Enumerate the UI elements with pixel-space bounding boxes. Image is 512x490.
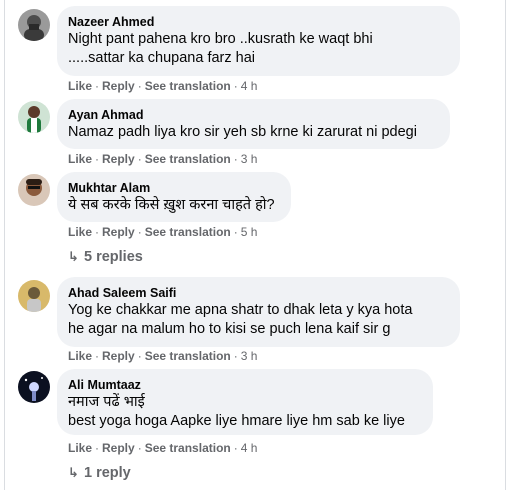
comment-timestamp[interactable]: 3 h [241,152,258,166]
avatar-photo [18,9,50,41]
reply-arrow-icon: ↳ [68,249,79,264]
like-button[interactable]: Like [68,79,92,93]
comment-author[interactable]: Nazeer Ahmed [68,14,448,30]
view-replies-link[interactable]: ↳ 5 replies [68,248,143,266]
avatar[interactable] [18,101,50,133]
like-button[interactable]: Like [68,152,92,166]
reply-button[interactable]: Reply [102,349,135,363]
comment-actions: Like · Reply · See translation · 4 h [68,79,258,93]
view-replies-link[interactable]: ↳ 1 reply [68,464,131,482]
reply-button[interactable]: Reply [102,441,135,455]
comment-text: Yog ke chakkar me apna shatr to dhak let… [68,302,413,337]
comment-author[interactable]: Ali Mumtaaz [68,377,421,393]
see-translation-link[interactable]: See translation [145,152,231,166]
thread-line [4,0,5,490]
comment-text: Namaz padh liya kro sir yeh sb krne ki z… [68,124,417,140]
avatar-photo [18,174,50,206]
comment-timestamp[interactable]: 3 h [241,349,258,363]
replies-count: 1 reply [84,465,131,481]
reply-button[interactable]: Reply [102,152,135,166]
avatar-photo [18,101,50,133]
comment-bubble: Mukhtar Alam ये सब करके किसे ख़ुश करना च… [57,172,291,222]
comment-author[interactable]: Ayan Ahmad [68,107,438,123]
reply-button[interactable]: Reply [102,225,135,239]
comment-bubble: Nazeer Ahmed Night pant pahena kro bro .… [57,6,460,76]
comment-text: ये सब करके किसे ख़ुश करना चाहते हो? [68,197,275,213]
comment-timestamp[interactable]: 5 h [241,225,258,239]
see-translation-link[interactable]: See translation [145,441,231,455]
avatar[interactable] [18,280,50,312]
comment-bubble: Ayan Ahmad Namaz padh liya kro sir yeh s… [57,99,450,149]
like-button[interactable]: Like [68,441,92,455]
comment-timestamp[interactable]: 4 h [241,441,258,455]
comment-author[interactable]: Mukhtar Alam [68,180,279,196]
comment-author[interactable]: Ahad Saleem Saifi [68,285,448,301]
see-translation-link[interactable]: See translation [145,79,231,93]
avatar[interactable] [18,9,50,41]
comment-bubble: Ahad Saleem Saifi Yog ke chakkar me apna… [57,277,460,347]
avatar-photo [18,280,50,312]
like-button[interactable]: Like [68,349,92,363]
like-button[interactable]: Like [68,225,92,239]
avatar[interactable] [18,371,50,403]
comment-actions: Like · Reply · See translation · 5 h [68,225,258,239]
replies-count: 5 replies [84,249,143,265]
avatar-photo [18,371,50,403]
reply-arrow-icon: ↳ [68,465,79,480]
see-translation-link[interactable]: See translation [145,349,231,363]
comment-actions: Like · Reply · See translation · 3 h [68,152,258,166]
reply-button[interactable]: Reply [102,79,135,93]
avatar[interactable] [18,174,50,206]
see-translation-link[interactable]: See translation [145,225,231,239]
comment-text: नमाज पढें भाई best yoga hoga Aapke liye … [68,394,405,429]
comment-timestamp[interactable]: 4 h [241,79,258,93]
comment-actions: Like · Reply · See translation · 3 h [68,349,258,363]
comment-text: Night pant pahena kro bro ..kusrath ke w… [68,31,373,66]
comment-actions: Like · Reply · See translation · 4 h [68,441,258,455]
comment-bubble: Ali Mumtaaz नमाज पढें भाई best yoga hoga… [57,369,433,435]
panel-border [505,0,506,490]
